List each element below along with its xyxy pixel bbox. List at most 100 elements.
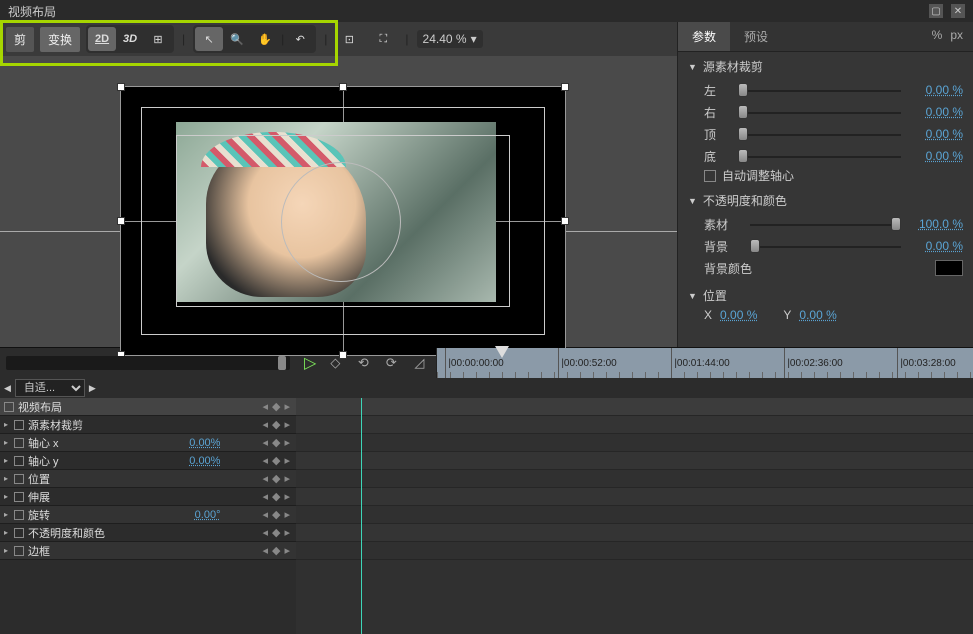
keyframe-controls[interactable]: ◂◆▸ — [260, 508, 292, 521]
crop-left-value[interactable]: 0.00 % — [907, 83, 963, 97]
track-value[interactable]: 0.00% — [189, 455, 220, 467]
keyframe-controls[interactable]: ◂◆▸ — [260, 490, 292, 503]
fit-select[interactable]: 自适... — [15, 379, 85, 397]
mode-2d-icon[interactable]: 2D — [88, 27, 116, 51]
mode-3d-icon[interactable]: 3D — [116, 27, 144, 51]
crop-left-slider[interactable] — [738, 83, 901, 97]
track-checkbox[interactable] — [14, 456, 24, 466]
expand-icon[interactable]: ▸ — [4, 474, 14, 483]
track-row[interactable]: ▸轴心 y0.00%◂◆▸ — [0, 452, 296, 470]
track-lanes[interactable] — [296, 398, 973, 634]
track-row[interactable]: ▸轴心 x0.00%◂◆▸ — [0, 434, 296, 452]
expand-icon[interactable]: ▸ — [4, 420, 14, 429]
grid-icon[interactable]: ⊞ — [144, 27, 172, 51]
pos-y-value[interactable]: 0.00 % — [799, 308, 836, 322]
track-checkbox[interactable] — [14, 438, 24, 448]
expand-icon[interactable]: ▸ — [4, 528, 14, 537]
tab-transform[interactable]: 变换 — [40, 27, 80, 52]
keyframe-controls[interactable]: ◂◆▸ — [260, 400, 292, 413]
expand-icon[interactable]: ▸ — [4, 546, 14, 555]
track-checkbox[interactable] — [14, 474, 24, 484]
track-lane[interactable] — [296, 506, 973, 524]
crop-bottom-value[interactable]: 0.00 % — [907, 149, 963, 163]
track-row[interactable]: 视频布局◂◆▸ — [0, 398, 296, 416]
track-lane[interactable] — [296, 542, 973, 560]
hand-icon[interactable]: ✋ — [251, 27, 279, 51]
play-button[interactable]: ▷ — [304, 353, 316, 373]
handle-b[interactable] — [339, 351, 347, 359]
crop-top-slider[interactable] — [738, 127, 901, 141]
track-row[interactable]: ▸不透明度和颜色◂◆▸ — [0, 524, 296, 542]
canvas-viewport[interactable] — [0, 56, 677, 346]
track-row[interactable]: ▸位置◂◆▸ — [0, 470, 296, 488]
guides-icon[interactable]: ⊡ — [335, 27, 363, 51]
crop-right-slider[interactable] — [738, 105, 901, 119]
track-checkbox[interactable] — [14, 420, 24, 430]
track-row[interactable]: ▸源素材裁剪◂◆▸ — [0, 416, 296, 434]
tab-crop[interactable]: 剪 — [6, 27, 34, 52]
crop-right-value[interactable]: 0.00 % — [907, 105, 963, 119]
crop-header[interactable]: ▼源素材裁剪 — [688, 58, 963, 75]
track-lane[interactable] — [296, 452, 973, 470]
crop-bottom-slider[interactable] — [738, 149, 901, 163]
material-slider[interactable] — [750, 217, 901, 231]
position-header[interactable]: ▼位置 — [688, 287, 963, 304]
arrow-icon[interactable]: ↖ — [195, 27, 223, 51]
tab-params[interactable]: 参数 — [678, 22, 730, 51]
auto-pivot-row[interactable]: 自动调整轴心 — [704, 167, 963, 184]
keyframe-controls[interactable]: ◂◆▸ — [260, 544, 292, 557]
timeline-ruler[interactable]: |00:00:00:00|00:00:52:00|00:01:44:00|00:… — [436, 348, 973, 378]
track-value[interactable]: 0.00% — [189, 437, 220, 449]
track-row[interactable]: ▸旋转0.00°◂◆▸ — [0, 506, 296, 524]
track-value[interactable]: 0.00° — [195, 509, 221, 521]
keyframe-controls[interactable]: ◂◆▸ — [260, 418, 292, 431]
close-icon[interactable]: ✕ — [951, 4, 965, 18]
track-lane[interactable] — [296, 524, 973, 542]
tab-presets[interactable]: 预设 — [730, 22, 782, 51]
expand-icon[interactable]: ▸ — [4, 456, 14, 465]
track-row[interactable]: ▸边框◂◆▸ — [0, 542, 296, 560]
keyframe-controls[interactable]: ◂◆▸ — [260, 454, 292, 467]
track-lane[interactable] — [296, 434, 973, 452]
bg-color-swatch[interactable] — [935, 260, 963, 276]
handle-l[interactable] — [117, 217, 125, 225]
track-checkbox[interactable] — [14, 492, 24, 502]
prev-key-icon[interactable]: ⟲ — [354, 354, 372, 372]
keyframe-controls[interactable]: ◂◆▸ — [260, 526, 292, 539]
track-checkbox[interactable] — [14, 510, 24, 520]
handle-tl[interactable] — [117, 83, 125, 91]
handle-tr[interactable] — [561, 83, 569, 91]
track-row[interactable]: ▸伸展◂◆▸ — [0, 488, 296, 506]
handle-t[interactable] — [339, 83, 347, 91]
undo-icon[interactable]: ↶ — [286, 27, 314, 51]
zoom-dropdown[interactable]: 24.40 % ▾ — [417, 30, 483, 48]
expand-icon[interactable]: ▸ — [4, 438, 14, 447]
expand-icon[interactable]: ▸ — [4, 492, 14, 501]
track-lane[interactable] — [296, 488, 973, 506]
maximize-icon[interactable]: ▢ — [929, 4, 943, 18]
expand-icon[interactable]: ▸ — [4, 510, 14, 519]
unit-toggle[interactable]: % px — [922, 22, 973, 51]
zoom-slider[interactable] — [6, 356, 290, 370]
bg-value[interactable]: 0.00 % — [907, 239, 963, 253]
track-checkbox[interactable] — [14, 546, 24, 556]
track-lane[interactable] — [296, 416, 973, 434]
pos-x-value[interactable]: 0.00 % — [720, 308, 757, 322]
chevron-right-icon[interactable]: ▶ — [89, 383, 96, 394]
playhead-line[interactable] — [361, 398, 362, 634]
chevron-left-icon[interactable]: ◀ — [4, 383, 11, 394]
opacity-header[interactable]: ▼不透明度和颜色 — [688, 192, 963, 209]
bg-slider[interactable] — [750, 239, 901, 253]
keyframe-controls[interactable]: ◂◆▸ — [260, 436, 292, 449]
keyframe-controls[interactable]: ◂◆▸ — [260, 472, 292, 485]
video-frame[interactable] — [120, 86, 566, 356]
magnify-icon[interactable]: 🔍 — [223, 27, 251, 51]
track-lane[interactable] — [296, 470, 973, 488]
material-value[interactable]: 100.0 % — [907, 217, 963, 231]
track-lane[interactable] — [296, 398, 973, 416]
track-checkbox[interactable] — [4, 402, 14, 412]
fit-icon[interactable]: ⛶ — [369, 27, 397, 51]
handle-r[interactable] — [561, 217, 569, 225]
crop-top-value[interactable]: 0.00 % — [907, 127, 963, 141]
track-checkbox[interactable] — [14, 528, 24, 538]
